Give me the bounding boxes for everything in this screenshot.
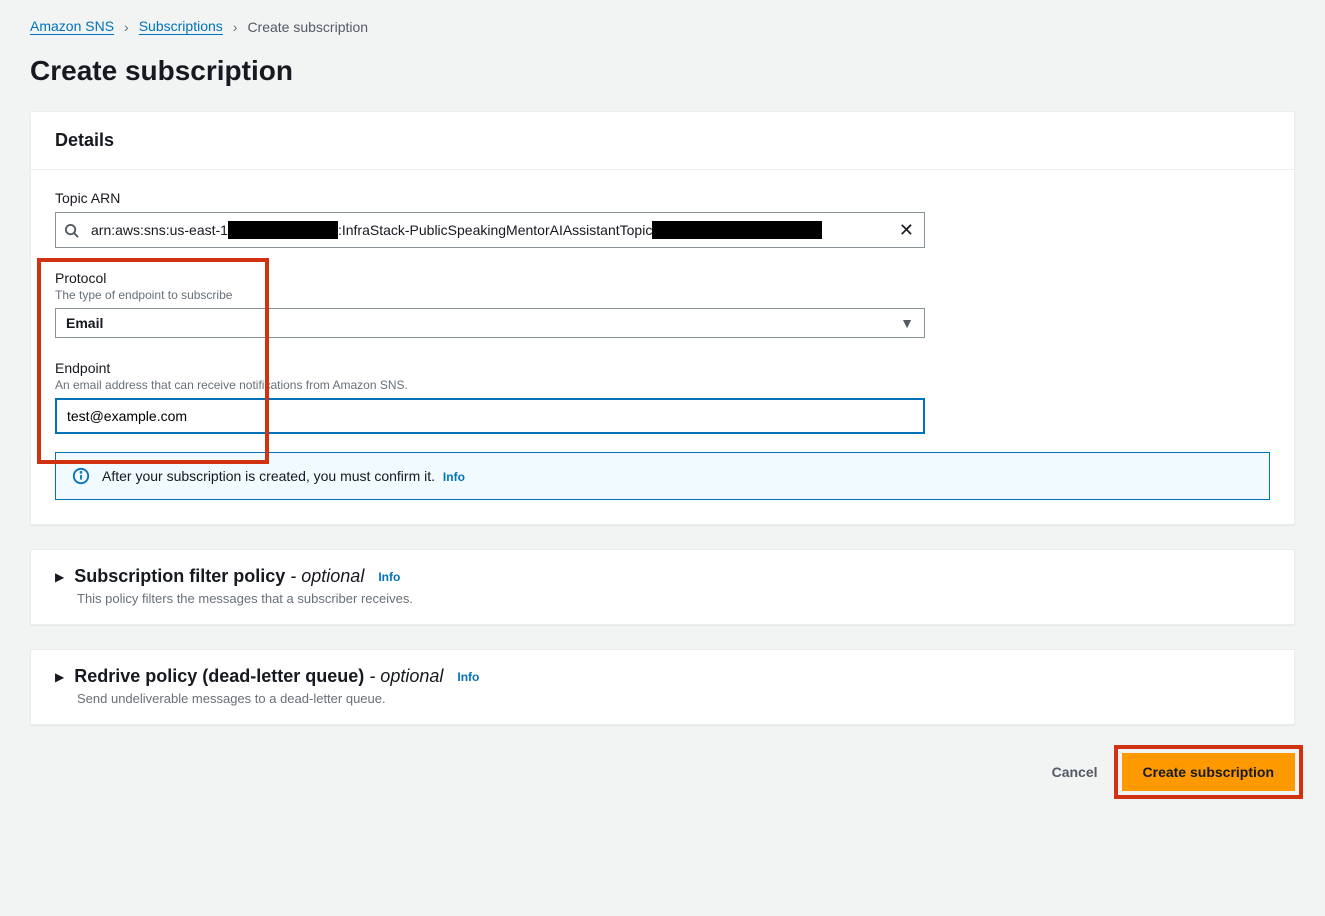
redrive-policy-toggle[interactable]: ▶ Redrive policy (dead-letter queue) - o… bbox=[55, 666, 1270, 687]
redrive-policy-panel: ▶ Redrive policy (dead-letter queue) - o… bbox=[30, 649, 1295, 725]
protocol-select[interactable]: Email ▼ bbox=[55, 308, 925, 338]
chevron-right-icon: › bbox=[233, 19, 238, 35]
confirm-info-link[interactable]: Info bbox=[443, 470, 465, 484]
redrive-policy-title: Redrive policy (dead-letter queue) - opt… bbox=[74, 666, 443, 687]
endpoint-label: Endpoint bbox=[55, 360, 1270, 376]
create-subscription-button[interactable]: Create subscription bbox=[1122, 753, 1295, 791]
confirm-info-text: After your subscription is created, you … bbox=[102, 468, 465, 484]
page-title: Create subscription bbox=[30, 55, 1295, 87]
clear-topic-arn-button[interactable]: ✕ bbox=[889, 221, 924, 239]
protocol-desc: The type of endpoint to subscribe bbox=[55, 288, 1270, 302]
endpoint-field: Endpoint An email address that can recei… bbox=[55, 360, 1270, 434]
cancel-button[interactable]: Cancel bbox=[1044, 754, 1106, 790]
topic-arn-label: Topic ARN bbox=[55, 190, 1270, 206]
filter-policy-title: Subscription filter policy - optional bbox=[74, 566, 364, 587]
redrive-policy-desc: Send undeliverable messages to a dead-le… bbox=[77, 691, 1270, 706]
details-header: Details bbox=[31, 112, 1294, 170]
details-heading: Details bbox=[55, 130, 1270, 151]
caret-down-icon: ▼ bbox=[900, 315, 914, 331]
protocol-selected-value: Email bbox=[66, 315, 900, 331]
topic-arn-field: Topic ARN arn:aws:sns:us-east-1:InfraSta… bbox=[55, 190, 1270, 248]
triangle-right-icon: ▶ bbox=[55, 670, 64, 684]
close-icon: ✕ bbox=[899, 220, 914, 240]
info-icon bbox=[72, 467, 90, 485]
breadcrumb: Amazon SNS › Subscriptions › Create subs… bbox=[30, 18, 1295, 35]
details-panel: Details Topic ARN arn:aws:sns:us-east-1:… bbox=[30, 111, 1295, 525]
breadcrumb-subscriptions-link[interactable]: Subscriptions bbox=[139, 18, 223, 35]
search-icon bbox=[56, 223, 87, 238]
form-actions: Cancel Create subscription bbox=[30, 749, 1295, 801]
breadcrumb-current: Create subscription bbox=[247, 19, 368, 35]
breadcrumb-root-link[interactable]: Amazon SNS bbox=[30, 18, 114, 35]
endpoint-desc: An email address that can receive notifi… bbox=[55, 378, 1270, 392]
chevron-right-icon: › bbox=[124, 19, 129, 35]
redrive-policy-info-link[interactable]: Info bbox=[457, 670, 479, 684]
protocol-label: Protocol bbox=[55, 270, 1270, 286]
protocol-field: Protocol The type of endpoint to subscri… bbox=[55, 270, 1270, 338]
topic-arn-value: arn:aws:sns:us-east-1:InfraStack-PublicS… bbox=[87, 213, 889, 247]
confirm-info-banner: After your subscription is created, you … bbox=[55, 452, 1270, 500]
triangle-right-icon: ▶ bbox=[55, 570, 64, 584]
filter-policy-toggle[interactable]: ▶ Subscription filter policy - optional … bbox=[55, 566, 1270, 587]
topic-arn-input-wrap[interactable]: arn:aws:sns:us-east-1:InfraStack-PublicS… bbox=[55, 212, 925, 248]
filter-policy-desc: This policy filters the messages that a … bbox=[77, 591, 1270, 606]
endpoint-input[interactable] bbox=[55, 398, 925, 434]
filter-policy-info-link[interactable]: Info bbox=[378, 570, 400, 584]
filter-policy-panel: ▶ Subscription filter policy - optional … bbox=[30, 549, 1295, 625]
